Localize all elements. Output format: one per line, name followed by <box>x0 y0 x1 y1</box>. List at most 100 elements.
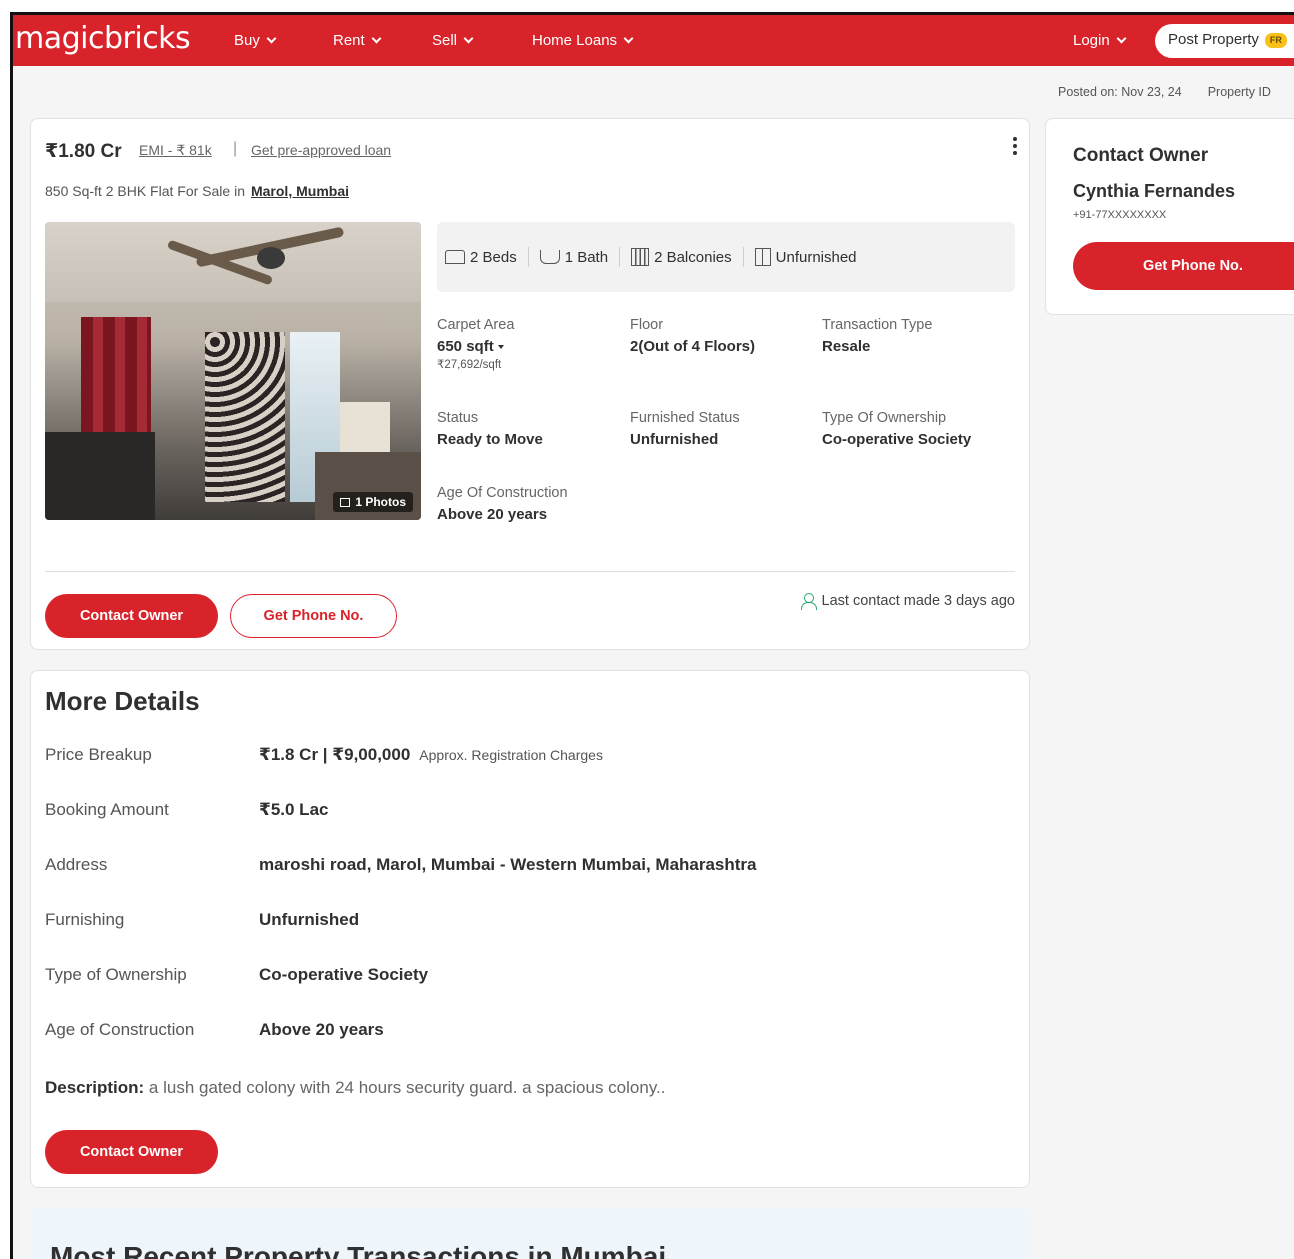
spec-value: Above 20 years <box>437 506 548 523</box>
detail-label: Price Breakup <box>45 745 152 764</box>
spec-status: Status Ready to Move <box>437 410 543 448</box>
contact-owner-button[interactable]: Contact Owner <box>45 594 218 638</box>
last-contact-info: Last contact made 3 days ago <box>800 593 1015 610</box>
spec-value: Resale <box>822 338 871 355</box>
magicbricks-logo[interactable]: magicbricks <box>15 21 191 56</box>
login-label: Login <box>1073 32 1110 49</box>
spec-value: 2(Out of 4 Floors) <box>630 338 755 355</box>
free-badge: FR <box>1264 33 1287 48</box>
spec-floor: Floor 2(Out of 4 Floors) <box>630 317 755 355</box>
listing-card: ₹1.80 Cr EMI - ₹ 81k | Get pre-approved … <box>30 118 1030 650</box>
contact-owner-card: Contact Owner Cynthia Fernandes +91-77XX… <box>1045 118 1294 315</box>
nav-home-loans[interactable]: Home Loans <box>532 32 634 49</box>
detail-row-booking: Booking Amount ₹5.0 Lac <box>45 800 328 820</box>
get-phone-button[interactable]: Get Phone No. <box>1073 242 1294 290</box>
spec-label: Transaction Type <box>822 317 933 333</box>
last-contact-text: Last contact made 3 days ago <box>821 593 1015 609</box>
nav-sell[interactable]: Sell <box>432 32 474 49</box>
spec-value: Ready to Move <box>437 431 543 448</box>
listing-price: ₹1.80 Cr <box>45 141 122 162</box>
bath-label: 1 Bath <box>564 248 609 266</box>
post-property-label: Post Property <box>1168 31 1259 48</box>
spec-carpet-area: Carpet Area 650 sqft ₹27,692/sqft <box>437 317 514 371</box>
detail-value: ₹1.8 Cr | ₹9,00,000 <box>259 745 411 764</box>
detail-row-ownership: Type of Ownership Co-operative Society <box>45 965 428 985</box>
nav-rent[interactable]: Rent <box>333 32 382 49</box>
spec-ownership: Type Of Ownership Co-operative Society <box>822 410 971 448</box>
spec-age-of-construction: Age Of Construction Above 20 years <box>437 485 568 523</box>
chevron-down-icon <box>623 33 634 43</box>
owner-name: Cynthia Fernandes <box>1073 181 1236 201</box>
nav-buy-label: Buy <box>234 32 260 49</box>
spec-label: Furnished Status <box>630 410 740 426</box>
chevron-down-icon <box>266 33 277 43</box>
posted-info: Posted on: Nov 23, 24 Property ID <box>1058 85 1271 99</box>
pre-approved-loan-link[interactable]: Get pre-approved loan <box>251 142 391 158</box>
balconies-amenity: 2 Balconies <box>631 248 732 266</box>
posted-date: Posted on: Nov 23, 24 <box>1058 85 1182 99</box>
top-nav-bar: magicbricks Buy Rent Sell Home Loans Log… <box>13 15 1294 66</box>
detail-label: Address <box>45 855 108 874</box>
bathtub-icon <box>539 250 560 264</box>
browser-viewport: magicbricks Buy Rent Sell Home Loans Log… <box>10 12 1294 1259</box>
description-text: a lush gated colony with 24 hours securi… <box>144 1078 666 1097</box>
spec-value: Unfurnished <box>630 431 719 448</box>
detail-row-furnishing: Furnishing Unfurnished <box>45 910 359 930</box>
detail-row-address: Address maroshi road, Marol, Mumbai - We… <box>45 855 757 875</box>
description: Description: a lush gated colony with 24… <box>45 1078 666 1098</box>
more-details-title: More Details <box>45 686 200 716</box>
detail-row-price: Price Breakup ₹1.8 Cr | ₹9,00,000 Approx… <box>45 745 603 765</box>
contact-owner-button[interactable]: Contact Owner <box>45 1130 218 1174</box>
wardrobe-icon <box>754 248 771 266</box>
person-icon <box>800 593 817 610</box>
rate-per-sqft: ₹27,692/sqft <box>437 359 502 371</box>
balcony-icon <box>631 248 650 266</box>
carpet-area-value[interactable]: 650 sqft <box>437 338 514 355</box>
detail-label: Age of Construction <box>45 1020 195 1039</box>
bath-amenity: 1 Bath <box>539 248 609 266</box>
furnishing-amenity: Unfurnished <box>754 248 857 266</box>
carpet-area-text: 650 sqft <box>437 338 494 355</box>
detail-value: ₹5.0 Lac <box>259 800 329 819</box>
more-options-icon[interactable] <box>1013 137 1019 155</box>
location-link[interactable]: Marol, Mumbai <box>251 183 349 199</box>
detail-label: Booking Amount <box>45 800 169 819</box>
furnishing-label: Unfurnished <box>775 248 857 266</box>
spec-label: Age Of Construction <box>437 485 568 501</box>
owner-phone-masked: +91-77XXXXXXXX <box>1073 209 1167 221</box>
detail-row-age: Age of Construction Above 20 years <box>45 1020 384 1040</box>
spec-value: Co-operative Society <box>822 431 972 448</box>
spec-transaction-type: Transaction Type Resale <box>822 317 932 355</box>
listing-subtitle: 850 Sq-ft 2 BHK Flat For Sale in Marol, M… <box>45 183 349 199</box>
detail-value: Above 20 years <box>259 1020 384 1039</box>
caret-down-icon <box>497 345 504 350</box>
property-id: Property ID <box>1207 85 1271 99</box>
chevron-down-icon <box>1116 33 1127 43</box>
nav-rent-label: Rent <box>333 32 365 49</box>
bed-icon <box>445 250 465 264</box>
detail-label: Furnishing <box>45 910 125 929</box>
detail-value: Co-operative Society <box>259 965 429 984</box>
spec-label: Carpet Area <box>437 317 515 333</box>
nav-home-loans-label: Home Loans <box>532 32 618 49</box>
detail-label: Type of Ownership <box>45 965 187 984</box>
post-property-button[interactable]: Post Property FR <box>1155 24 1294 58</box>
beds-label: 2 Beds <box>470 248 517 266</box>
spec-label: Type Of Ownership <box>822 410 947 426</box>
amenities-bar: 2 Beds 1 Bath 2 Balconies Unfurnished <box>437 222 1015 292</box>
photo-count-badge[interactable]: 1 Photos <box>333 492 413 512</box>
login-menu[interactable]: Login <box>1073 32 1127 49</box>
chevron-down-icon <box>463 33 474 43</box>
emi-link[interactable]: EMI - ₹ 81k <box>139 142 212 159</box>
recent-transactions-title: Most Recent Property Transactions in Mum… <box>50 1241 667 1259</box>
spec-furnished-status: Furnished Status Unfurnished <box>630 410 740 448</box>
detail-value: maroshi road, Marol, Mumbai - Western Mu… <box>259 855 757 874</box>
nav-buy[interactable]: Buy <box>234 32 277 49</box>
image-icon <box>340 497 351 507</box>
more-details-card: More Details Price Breakup ₹1.8 Cr | ₹9,… <box>30 670 1030 1188</box>
listing-summary: 850 Sq-ft 2 BHK Flat For Sale in <box>45 183 245 199</box>
detail-note: Approx. Registration Charges <box>419 747 603 763</box>
get-phone-button[interactable]: Get Phone No. <box>230 594 397 638</box>
description-label: Description: <box>45 1078 145 1097</box>
property-photo[interactable]: 1 Photos <box>45 222 421 520</box>
